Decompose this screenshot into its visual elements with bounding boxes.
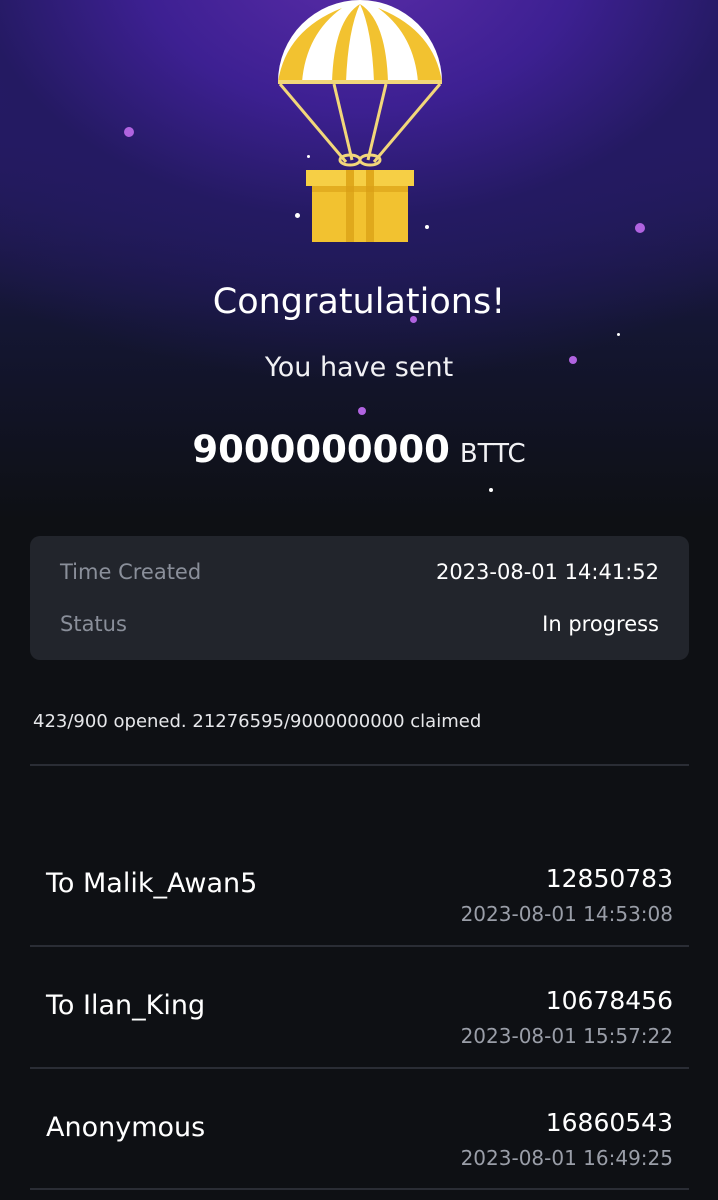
claim-amount: 10678456	[545, 986, 673, 1015]
time-created-row: Time Created 2023-08-01 14:41:52	[60, 560, 659, 590]
claim-recipient: To Malik_Awan5	[46, 868, 258, 899]
status-row: Status In progress	[60, 612, 659, 642]
amount-value: 9000000000	[192, 428, 450, 471]
sent-amount: 9000000000 BTTC	[0, 428, 718, 471]
sent-subtitle: You have sent	[264, 352, 454, 383]
time-created-label: Time Created	[60, 560, 202, 584]
divider	[30, 764, 689, 766]
claim-row[interactable]: To Ilan_King 10678456 2023-08-01 15:57:2…	[30, 948, 689, 1068]
amount-unit: BTTC	[459, 439, 526, 469]
claim-recipient: To Ilan_King	[46, 990, 206, 1021]
details-card: Time Created 2023-08-01 14:41:52 Status …	[30, 536, 689, 660]
sparkle-dot	[124, 127, 134, 137]
sparkle-dot	[358, 407, 366, 415]
sparkle-dot	[489, 488, 493, 492]
congratulations-title: Congratulations!	[212, 282, 506, 322]
divider	[30, 1188, 689, 1190]
claim-amount: 16860543	[545, 1108, 673, 1137]
claim-time: 2023-08-01 16:49:25	[460, 1146, 673, 1170]
claim-amount: 12850783	[545, 864, 673, 893]
claim-time: 2023-08-01 14:53:08	[460, 902, 673, 926]
time-created-value: 2023-08-01 14:41:52	[435, 560, 659, 584]
parachute-gift-icon	[278, 0, 442, 242]
sparkle-dot	[617, 333, 620, 336]
divider	[30, 945, 689, 947]
status-label: Status	[60, 612, 127, 636]
claim-recipient: Anonymous	[46, 1112, 206, 1143]
claim-row[interactable]: To Malik_Awan5 12850783 2023-08-01 14:53…	[30, 826, 689, 946]
sparkle-dot	[635, 223, 645, 233]
claim-time: 2023-08-01 15:57:22	[460, 1024, 673, 1048]
claim-row[interactable]: Anonymous 16860543 2023-08-01 16:49:25	[30, 1070, 689, 1190]
status-value: In progress	[542, 612, 659, 636]
divider	[30, 1067, 689, 1069]
claim-summary: 423/900 opened. 21276595/9000000000 clai…	[33, 711, 482, 732]
